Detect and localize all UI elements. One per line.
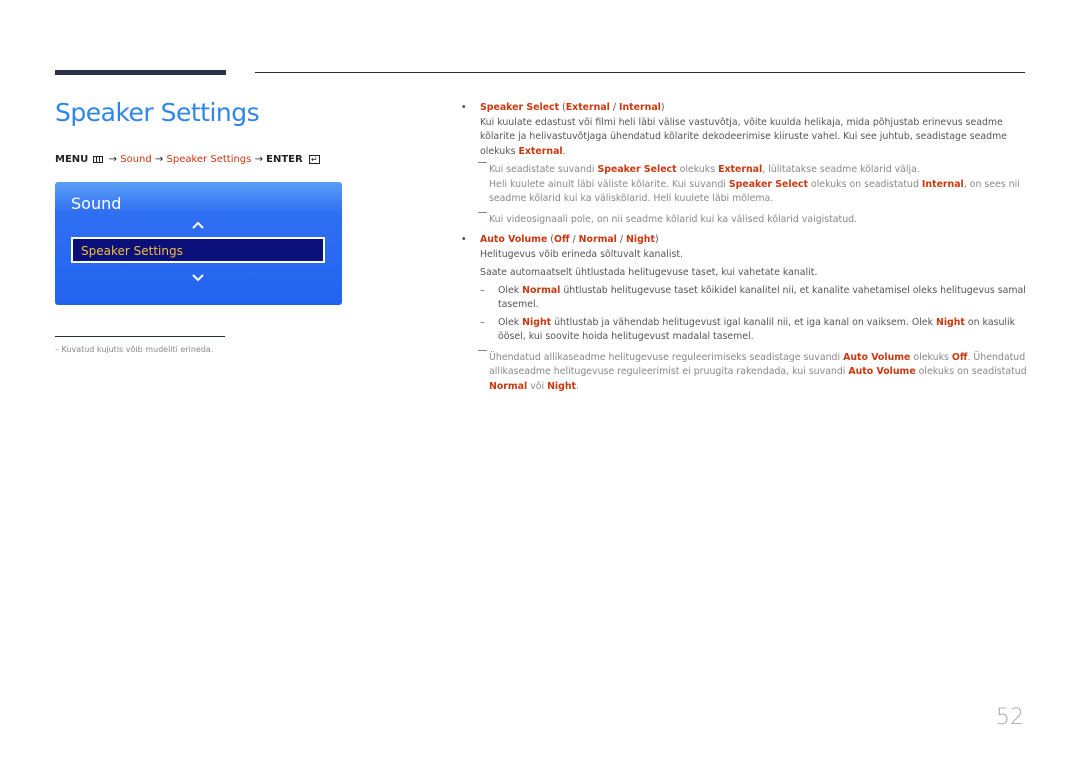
arrow: → — [254, 154, 263, 165]
speaker-select-heading: Speaker Select (External / Internal) — [461, 101, 1029, 116]
footnote-rule — [55, 336, 225, 337]
menu-icon — [93, 155, 104, 163]
note: Kui seadistate suvandi Speaker Select ol… — [461, 162, 1029, 178]
note: Kui videosignaali pole, on nii seadme kõ… — [461, 211, 1029, 228]
auto-volume-heading: Auto Volume (Off / Normal / Night) — [461, 233, 1029, 248]
menu-sound: Sound — [120, 154, 152, 165]
auto-volume-description: Saate automaatselt ühtlustada helitugevu… — [480, 267, 818, 278]
osd-menu-panel: Sound Speaker Settings — [55, 182, 342, 305]
dash-item-normal: Olek Normal ühtlustab helitugevuse taset… — [461, 284, 1029, 313]
auto-volume-description: Helitugevus võib erineda sõltuvalt kanal… — [480, 248, 683, 260]
dash-item-night: Olek Night ühtlustab ja vähendab helitug… — [461, 316, 1029, 345]
note-continuation: Heli kuulete ainult läbi väliste kõlarit… — [489, 178, 1020, 205]
chevron-down-icon[interactable] — [191, 271, 205, 285]
osd-item-speaker-settings[interactable]: Speaker Settings — [71, 237, 325, 263]
note: Ühendatud allikaseadme helitugevuse regu… — [461, 349, 1029, 395]
page-number: 52 — [996, 705, 1024, 730]
arrow: → — [154, 154, 164, 165]
enter-label: ENTER — [266, 154, 303, 165]
content-column: Speaker Select (External / Internal) Kui… — [461, 101, 1029, 394]
page-title: Speaker Settings — [55, 98, 260, 127]
menu-label: MENU — [55, 154, 89, 165]
osd-title: Sound — [71, 194, 122, 213]
speaker-select-description: Kui kuulate edastust või filmi heli läbi… — [480, 116, 1007, 157]
enter-icon: ↵ — [308, 154, 320, 164]
menu-speaker-settings: Speaker Settings — [166, 154, 252, 165]
arrow: → — [108, 154, 118, 165]
chevron-up-icon[interactable] — [191, 218, 205, 232]
header-bar-thick — [55, 70, 226, 75]
header-rule — [255, 72, 1025, 73]
osd-item-label: Speaker Settings — [81, 244, 183, 258]
menu-path: MENU → Sound → Speaker Settings → ENTER … — [55, 154, 320, 165]
footnote: – Kuvatud kujutis võib mudeliti erineda. — [55, 345, 214, 354]
